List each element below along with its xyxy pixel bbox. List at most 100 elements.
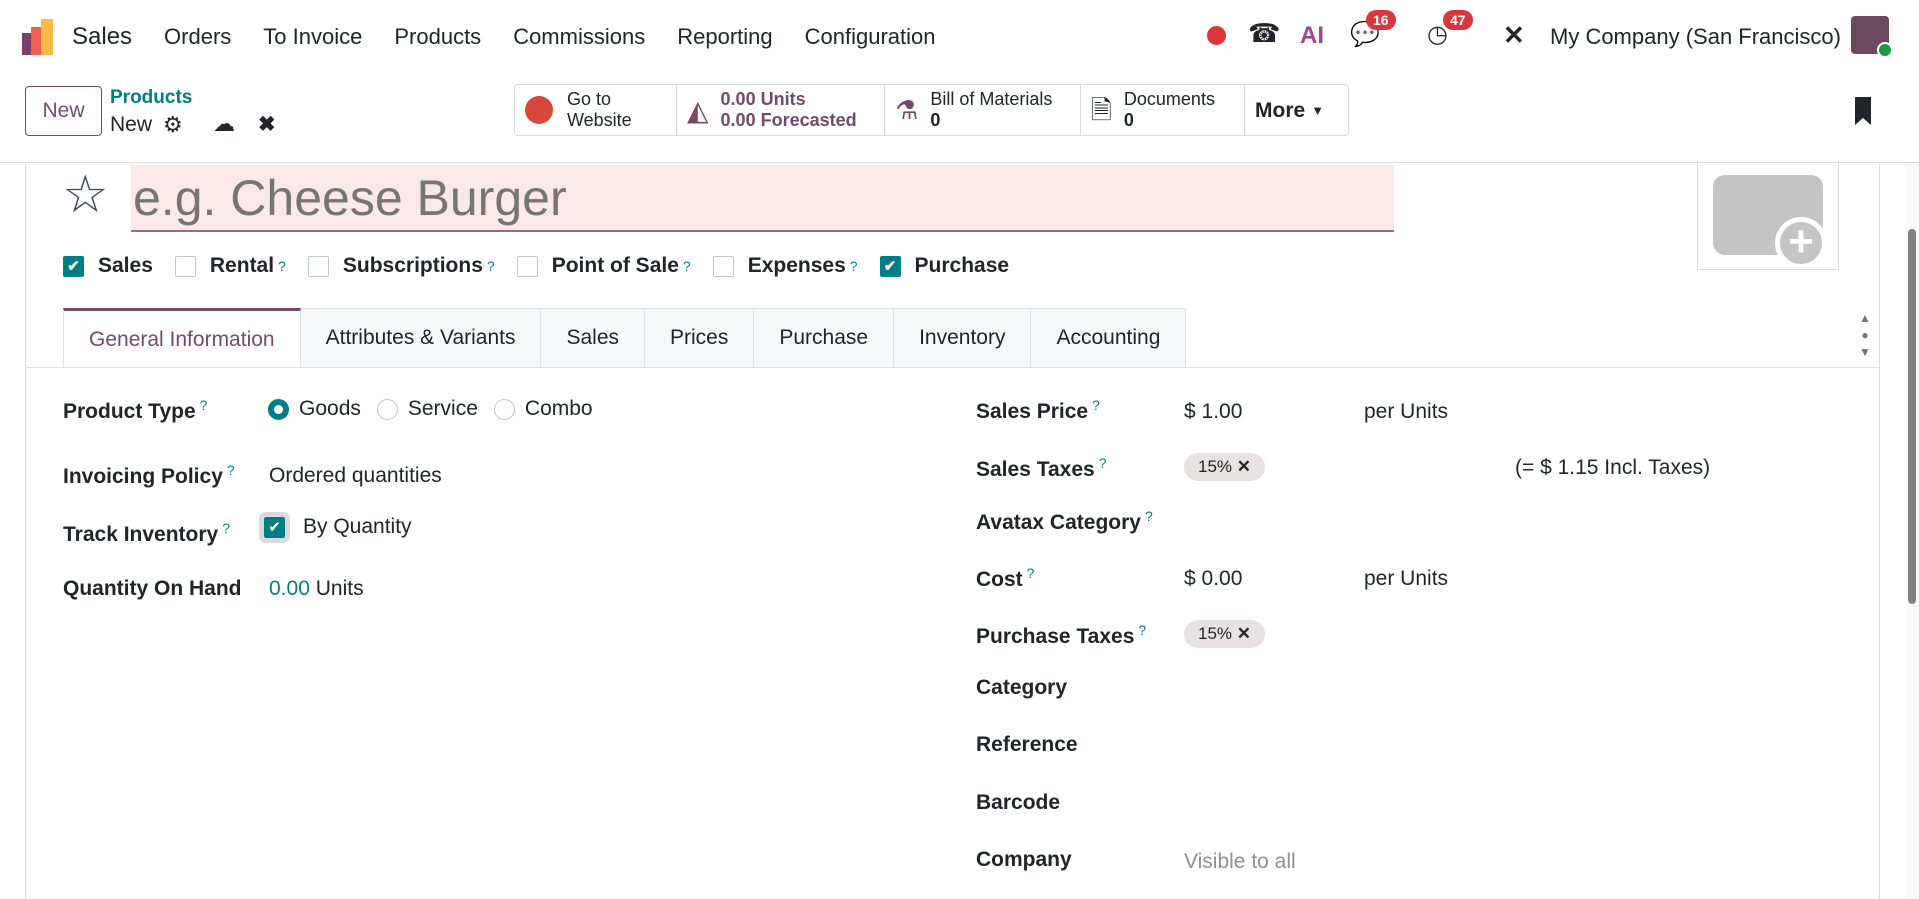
option-sales[interactable]: ✔ Sales <box>63 254 153 278</box>
product-options: ✔ Sales Rental? Subscriptions? Point of S… <box>63 254 1031 278</box>
help-icon[interactable]: ? <box>487 258 495 274</box>
help-icon[interactable]: ? <box>227 462 235 478</box>
option-label: Rental <box>209 254 275 277</box>
activities-icon[interactable]: ◷ 47 <box>1427 10 1473 49</box>
help-icon[interactable]: ? <box>850 258 858 274</box>
tab-attributes-variants[interactable]: Attributes & Variants <box>300 308 542 368</box>
radio-label: Service <box>407 397 478 420</box>
tab-general-information[interactable]: General Information <box>63 308 301 368</box>
activities-badge: 47 <box>1443 10 1473 30</box>
option-expenses[interactable]: Expenses? <box>712 254 858 278</box>
menu-commissions[interactable]: Commissions <box>513 24 645 50</box>
invoicing-policy-field[interactable]: Ordered quantities <box>269 464 442 488</box>
tab-inventory[interactable]: Inventory <box>894 308 1032 368</box>
bom-button[interactable]: ⚗ Bill of Materials 0 <box>884 84 1081 136</box>
menu-to-invoice[interactable]: To Invoice <box>263 24 362 50</box>
tab-prices[interactable]: Prices <box>645 308 755 368</box>
bom-label: Bill of Materials <box>930 89 1053 109</box>
app-name[interactable]: Sales <box>72 23 132 51</box>
tab-sales[interactable]: Sales <box>541 308 646 368</box>
sales-taxes-label: Sales Taxes? <box>976 455 1107 482</box>
messages-icon[interactable]: 💬 16 <box>1350 10 1396 49</box>
menu-configuration[interactable]: Configuration <box>805 24 936 50</box>
barcode-label: Barcode <box>976 791 1061 814</box>
option-subscriptions[interactable]: Subscriptions? <box>307 254 495 278</box>
quantity-link[interactable]: 0.00 <box>269 577 310 600</box>
gear-icon[interactable]: ⚙ <box>163 112 183 138</box>
track-inventory-field[interactable]: ✔ By Quantity <box>259 511 412 543</box>
sales-app-icon[interactable] <box>22 18 56 55</box>
product-name-input[interactable] <box>131 165 1394 232</box>
documents-label: Documents <box>1123 89 1215 109</box>
option-label: Purchase <box>914 254 1010 277</box>
online-status-icon <box>1877 42 1893 58</box>
go-to-website-button[interactable]: Go to Website <box>514 84 677 136</box>
more-label: More <box>1255 98 1306 122</box>
cost-field[interactable]: $ 0.00 <box>1184 567 1242 591</box>
record-icon[interactable] <box>1207 26 1226 45</box>
save-cloud-icon[interactable]: ☁ <box>213 111 235 137</box>
remove-tag-icon[interactable]: ✕ <box>1237 457 1251 476</box>
company-switcher[interactable]: My Company (San Francisco) <box>1550 24 1841 50</box>
menu-orders[interactable]: Orders <box>164 24 231 50</box>
radio-combo[interactable]: Combo <box>493 397 593 421</box>
help-icon[interactable]: ? <box>200 397 208 413</box>
sales-taxes-field[interactable]: 15% ✕ <box>1184 453 1266 481</box>
label-text: Invoicing Policy <box>63 465 223 488</box>
radio-icon <box>493 398 515 420</box>
sales-price-field[interactable]: $ 1.00 <box>1184 400 1242 424</box>
invoicing-policy-label: Invoicing Policy? <box>63 462 235 489</box>
ai-icon[interactable]: AI <box>1300 22 1324 50</box>
radio-goods[interactable]: Goods <box>268 397 361 421</box>
pager-scroll-control[interactable]: ▲ ● ▼ <box>1857 310 1873 364</box>
company-label: Company <box>976 848 1072 871</box>
help-icon[interactable]: ? <box>278 258 286 274</box>
discard-icon[interactable]: ✖ <box>258 112 276 137</box>
help-icon[interactable]: ? <box>1099 455 1107 471</box>
help-icon[interactable]: ? <box>222 520 230 536</box>
checkbox-icon <box>174 255 196 277</box>
bookmark-icon[interactable] <box>1855 97 1871 125</box>
help-icon[interactable]: ? <box>1027 565 1035 581</box>
tools-icon[interactable]: ✕ <box>1503 20 1525 51</box>
quantity-on-hand-field: 0.00 Units <box>269 577 364 601</box>
option-rental[interactable]: Rental? <box>174 254 286 278</box>
option-purchase[interactable]: ✔ Purchase <box>879 254 1010 278</box>
menu-reporting[interactable]: Reporting <box>677 24 772 50</box>
help-icon[interactable]: ? <box>1138 622 1146 638</box>
user-avatar[interactable] <box>1851 16 1893 58</box>
favorite-star-icon[interactable]: ☆ <box>62 165 109 225</box>
more-button[interactable]: More ▼ <box>1244 84 1349 136</box>
label-text: Sales Price <box>976 400 1089 423</box>
help-icon[interactable]: ? <box>1145 508 1153 524</box>
breadcrumb-products[interactable]: Products <box>110 87 192 109</box>
company-field[interactable]: Visible to all <box>1184 850 1296 874</box>
option-label: Subscriptions <box>342 254 483 277</box>
radio-selected-icon <box>268 398 289 420</box>
remove-tag-icon[interactable]: ✕ <box>1237 624 1251 643</box>
phone-icon[interactable]: ☎ <box>1248 18 1280 49</box>
option-point-of-sale[interactable]: Point of Sale? <box>516 254 691 278</box>
help-icon[interactable]: ? <box>683 258 691 274</box>
forecasted-value: 0.00 Forecasted <box>720 110 857 130</box>
purchase-taxes-field[interactable]: 15% ✕ <box>1184 620 1266 648</box>
quantity-on-hand-label: Quantity On Hand <box>63 577 242 600</box>
avatax-category-label: Avatax Category? <box>976 508 1153 535</box>
page-scrollbar[interactable] <box>1905 164 1919 899</box>
website-label-1: Go to <box>567 89 612 109</box>
image-upload[interactable]: + <box>1697 160 1839 270</box>
radio-service[interactable]: Service <box>376 397 478 421</box>
tax-tag: 15% ✕ <box>1184 453 1266 481</box>
tab-accounting[interactable]: Accounting <box>1031 308 1187 368</box>
tab-purchase[interactable]: Purchase <box>754 308 895 368</box>
new-button[interactable]: New <box>25 86 102 136</box>
documents-button[interactable]: 🗎 Documents 0 <box>1080 84 1245 136</box>
scrollbar-thumb[interactable] <box>1908 229 1916 604</box>
reference-label: Reference <box>976 733 1078 756</box>
help-icon[interactable]: ? <box>1092 397 1100 413</box>
menu-products[interactable]: Products <box>394 24 481 50</box>
cost-unit: per Units <box>1364 567 1449 590</box>
forecast-button[interactable]: ◭ 0.00 Units 0.00 Forecasted <box>676 84 885 136</box>
document-icon: 🗎 <box>1091 94 1112 125</box>
label-text: Purchase Taxes <box>976 625 1135 648</box>
